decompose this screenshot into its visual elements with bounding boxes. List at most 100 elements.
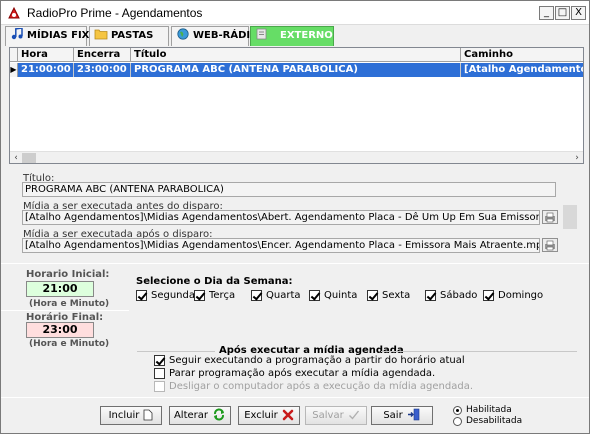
titulo-field[interactable]: PROGRAMA ABC (ANTENA PARABOLICA) xyxy=(22,182,556,197)
checkbox-box[interactable] xyxy=(309,290,320,301)
checkbox-label: Parar programação após executar a mídia … xyxy=(169,368,436,379)
radio-dot[interactable] xyxy=(453,405,462,415)
column-header-encerra[interactable]: Encerra xyxy=(74,48,131,62)
checkbox-box xyxy=(154,381,165,392)
globe-icon xyxy=(177,28,189,40)
alterar-button[interactable]: Alterar xyxy=(169,406,231,425)
apos-browse-button[interactable] xyxy=(542,238,558,252)
printer-icon xyxy=(545,240,555,251)
checkbox-label: Sábado xyxy=(440,290,478,301)
schedule-grid[interactable]: Hora Encerra Título Caminho ▶ 21:00:00 2… xyxy=(9,47,584,164)
checkbox-terca[interactable]: Terça xyxy=(194,290,235,301)
checkbox-seguir[interactable]: Seguir executando a programação a partir… xyxy=(154,355,465,366)
antes-browse-button[interactable] xyxy=(542,210,558,224)
column-header-hora[interactable]: Hora xyxy=(18,48,74,62)
minimize-button[interactable]: _ xyxy=(539,6,554,20)
checkbox-box[interactable] xyxy=(425,290,436,301)
checkbox-box[interactable] xyxy=(251,290,262,301)
checkbox-label: Desligar o computador após a execução da… xyxy=(169,381,474,392)
antes-field[interactable]: [Atalho Agendamentos]\Midias Agendamento… xyxy=(22,210,540,225)
button-label: Excluir xyxy=(244,410,278,421)
cell-encerra[interactable]: 23:00:00 xyxy=(74,63,131,77)
separator xyxy=(1,263,589,264)
tab-externo[interactable]: EXTERNO xyxy=(250,26,334,46)
checkbox-parar[interactable]: Parar programação após executar a mídia … xyxy=(154,368,435,379)
tab-web-radio[interactable]: WEB-RÁDIO xyxy=(171,26,259,46)
horario-inicial-hint: (Hora e Minuto) xyxy=(29,299,110,309)
button-label: Alterar xyxy=(173,410,209,421)
horario-final-hint: (Hora e Minuto) xyxy=(29,339,110,349)
column-header-caminho[interactable]: Caminho xyxy=(461,48,583,62)
checkbox-label: Terça xyxy=(209,290,236,301)
details-scroll-stub xyxy=(563,205,577,229)
horario-inicial-label: Horario Inicial: xyxy=(26,269,110,280)
checkbox-box[interactable] xyxy=(367,290,378,301)
tab-label: EXTERNO xyxy=(280,30,333,41)
sair-button[interactable]: Sair xyxy=(371,406,433,425)
radio-dot[interactable] xyxy=(453,416,462,426)
cell-caminho[interactable]: [Atalho Agendamentos]\M xyxy=(461,63,583,77)
title-bar: RadioPro Prime - Agendamentos _ □ X xyxy=(1,1,589,25)
excluir-button[interactable]: Excluir xyxy=(238,406,300,425)
refresh-icon xyxy=(214,408,225,421)
grid-header-indicator xyxy=(10,48,18,62)
button-label: Salvar xyxy=(312,410,344,421)
radio-label: Desabilitada xyxy=(466,416,523,426)
agendamentos-window: RadioPro Prime - Agendamentos _ □ X MÍDI… xyxy=(0,0,590,434)
checkbox-sabado[interactable]: Sábado xyxy=(425,290,477,301)
radio-desabilitada[interactable]: Desabilitada xyxy=(453,416,522,426)
checkbox-box[interactable] xyxy=(483,290,494,301)
checkbox-box[interactable] xyxy=(136,290,147,301)
tab-bar: MÍDIAS FIXAS PASTAS WEB-RÁDIO EXTERNO xyxy=(5,26,585,47)
maximize-button[interactable]: □ xyxy=(555,6,570,20)
checkbox-quarta[interactable]: Quarta xyxy=(251,290,301,301)
apos-field[interactable]: [Atalho Agendamentos]\Midias Agendamento… xyxy=(22,238,540,253)
checkbox-label: Quarta xyxy=(266,290,301,301)
scroll-right-icon[interactable]: › xyxy=(571,152,583,164)
exit-door-icon xyxy=(407,408,419,421)
checkbox-box[interactable] xyxy=(194,290,205,301)
tab-midias-fixas[interactable]: MÍDIAS FIXAS xyxy=(5,26,104,46)
checkbox-domingo[interactable]: Domingo xyxy=(483,290,543,301)
incluir-button[interactable]: Incluir xyxy=(100,406,162,425)
cell-hora[interactable]: 21:00:00 xyxy=(18,63,74,77)
scroll-left-icon[interactable]: ‹ xyxy=(10,152,22,164)
row-indicator-icon: ▶ xyxy=(10,63,18,77)
cell-titulo[interactable]: PROGRAMA ABC (ANTENA PARABOLICA) xyxy=(131,63,461,77)
separator xyxy=(1,397,589,398)
weekdays-title: Selecione o Dia da Semana: xyxy=(136,276,293,287)
checkbox-quinta[interactable]: Quinta xyxy=(309,290,357,301)
tab-pastas[interactable]: PASTAS xyxy=(89,26,169,46)
checkbox-label: Sexta xyxy=(382,290,411,301)
column-header-titulo[interactable]: Título xyxy=(131,48,461,62)
new-document-icon xyxy=(143,409,153,421)
checkbox-box[interactable] xyxy=(154,355,165,366)
radio-habilitada[interactable]: Habilitada xyxy=(453,405,512,415)
scroll-thumb[interactable] xyxy=(22,153,36,163)
folder-icon xyxy=(94,29,108,40)
checkbox-box[interactable] xyxy=(154,368,165,379)
checkbox-segunda[interactable]: Segunda xyxy=(136,290,195,301)
horario-inicial-field[interactable]: 21:00 xyxy=(26,281,94,297)
salvar-button[interactable]: Salvar xyxy=(305,406,367,425)
checkbox-sexta[interactable]: Sexta xyxy=(367,290,410,301)
radio-label: Habilitada xyxy=(466,405,512,415)
checkbox-label: Seguir executando a programação a partir… xyxy=(169,355,465,366)
check-icon xyxy=(348,410,359,420)
close-button[interactable]: X xyxy=(571,6,586,20)
group-line xyxy=(137,351,215,352)
window-title: RadioPro Prime - Agendamentos xyxy=(27,6,203,20)
delete-x-icon xyxy=(282,409,294,421)
checkbox-label: Domingo xyxy=(498,290,544,301)
table-row[interactable]: ▶ 21:00:00 23:00:00 PROGRAMA ABC (ANTENA… xyxy=(10,63,583,77)
printer-icon xyxy=(545,212,555,223)
music-note-icon xyxy=(11,28,23,40)
radio-app-icon xyxy=(8,6,20,19)
tab-label: WEB-RÁDIO xyxy=(193,30,259,41)
tab-label: PASTAS xyxy=(111,30,154,41)
horizontal-scrollbar[interactable]: ‹ › xyxy=(10,151,583,163)
horario-final-field[interactable]: 23:00 xyxy=(26,322,94,338)
group-line xyxy=(381,351,577,352)
separator xyxy=(1,310,129,311)
checkbox-label: Segunda xyxy=(151,290,195,301)
